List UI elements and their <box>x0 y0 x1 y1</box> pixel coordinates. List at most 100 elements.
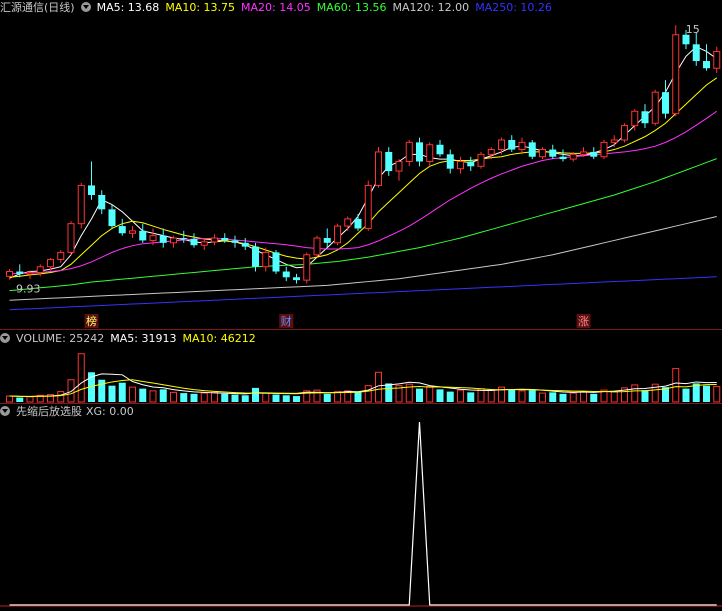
candle-body <box>375 151 382 186</box>
candle-body <box>713 50 721 69</box>
volume-bar <box>129 386 136 403</box>
candle-body <box>641 111 649 124</box>
candle-body <box>467 161 475 167</box>
candle-body <box>692 44 700 62</box>
volume-bar <box>180 393 188 402</box>
volume-bar <box>118 382 126 402</box>
volume-bar <box>108 385 116 402</box>
volume-bar <box>559 393 567 402</box>
candle-body <box>436 144 444 155</box>
volume-bar <box>590 393 598 402</box>
candle-body <box>539 149 546 158</box>
volume-bar <box>528 390 536 402</box>
candle-body <box>221 238 229 241</box>
candle-body <box>108 209 116 227</box>
volume-bar <box>467 392 475 402</box>
xg-signal-line <box>9 421 717 606</box>
volume-bar <box>26 396 34 403</box>
volume-ma-line-ma5 <box>9 373 717 398</box>
volume-bar <box>457 389 464 403</box>
event-label: 财 <box>281 314 292 328</box>
candle-body <box>446 154 454 169</box>
volume-bar <box>354 392 362 402</box>
volume-bar <box>252 387 259 402</box>
candle-body <box>323 238 331 243</box>
candle-body <box>364 184 372 229</box>
candle-body <box>47 259 54 268</box>
candle-body <box>252 246 259 267</box>
candle-body <box>662 92 669 114</box>
volume-bar <box>159 389 167 402</box>
candle-body <box>498 139 505 151</box>
candle-body <box>282 271 290 278</box>
volume-bar <box>364 385 372 403</box>
candle-body <box>416 142 423 162</box>
volume-bar <box>149 390 157 403</box>
candle-body <box>98 194 106 210</box>
candle-body <box>610 139 618 143</box>
candle-body <box>139 230 147 241</box>
volume-bar <box>436 389 444 402</box>
volume-bar <box>211 391 218 403</box>
volume-bar <box>334 391 341 403</box>
volume-ma-line-ma10 <box>9 379 717 397</box>
stock-chart[interactable]: 9.93 15 榜 财 涨 <box>0 0 722 611</box>
volume-bar <box>282 395 290 402</box>
volume-bar <box>610 391 618 403</box>
candle-body <box>272 252 280 272</box>
volume-bar <box>293 396 300 402</box>
ma-line-ma5 <box>9 46 718 279</box>
volume-bar <box>518 390 526 403</box>
volume-bar <box>446 391 454 402</box>
candle-body <box>487 149 495 155</box>
candle-body <box>651 91 659 124</box>
ma-line-ma10 <box>9 77 718 278</box>
volume-bar <box>416 388 423 402</box>
candle-body <box>16 271 24 274</box>
candle-body <box>129 230 136 234</box>
volume-bar <box>713 385 721 403</box>
candle-body <box>590 151 598 157</box>
candle-body <box>477 153 485 167</box>
volume-bar <box>323 393 331 402</box>
event-label: 榜 <box>86 314 97 328</box>
candle-body <box>344 218 352 227</box>
candle-body <box>200 241 208 246</box>
volume-bar <box>200 392 208 403</box>
volume-bar <box>549 392 557 402</box>
volume-bar <box>67 379 75 403</box>
volume-bar <box>231 394 239 402</box>
ma-line-ma60 <box>9 158 717 292</box>
candle-body <box>528 142 536 157</box>
candle-body <box>580 151 587 155</box>
candle-body <box>672 34 680 115</box>
candle-body <box>354 218 362 229</box>
candle-body <box>262 251 270 268</box>
volume-bar <box>508 389 516 402</box>
volume-bar <box>241 395 249 402</box>
volume-bar <box>426 385 434 403</box>
candle-body <box>159 235 167 243</box>
candle-body <box>334 225 341 244</box>
candle-body <box>508 139 516 150</box>
candle-body <box>211 237 218 243</box>
volume-bar <box>98 379 106 402</box>
volume-bar <box>539 392 546 403</box>
volume-bar <box>569 392 577 403</box>
candle-body <box>149 235 157 241</box>
volume-bar <box>170 391 177 403</box>
candle-body <box>293 277 300 281</box>
volume-bar <box>672 368 680 403</box>
volume-bar <box>703 385 710 402</box>
volume-bar <box>139 388 147 402</box>
candle-body <box>57 251 65 261</box>
candle-body <box>303 254 311 281</box>
ma-line-ma20 <box>9 110 718 275</box>
candle-body <box>170 237 177 244</box>
candle-body <box>569 153 577 160</box>
candle-body <box>518 141 526 151</box>
candle-body <box>600 141 608 158</box>
volume-bar <box>190 393 198 402</box>
low-price-label: 9.93 <box>16 283 41 296</box>
volume-bar <box>631 384 639 403</box>
